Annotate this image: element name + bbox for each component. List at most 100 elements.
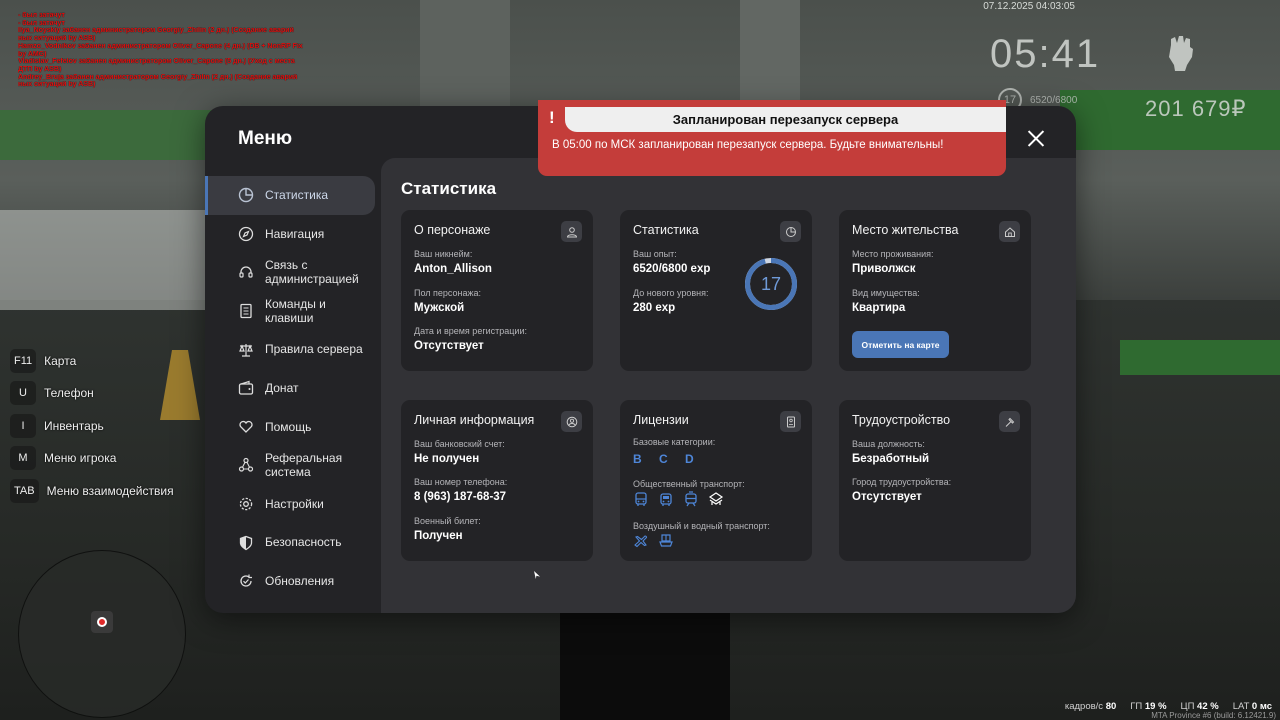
sidebar-item-label: Помощь (265, 419, 312, 434)
chat-line: - был затачут (18, 19, 65, 27)
phone-value: 8 (963) 187-68-37 (414, 491, 507, 503)
chat-line: Andrey_Bruja забанен администратором Geo… (18, 73, 298, 81)
sidebar-item-label: Правила сервера (265, 342, 363, 357)
sidebar-item-label: Безопасность (265, 535, 342, 550)
level-number: 17 (760, 273, 782, 294)
close-button[interactable] (1021, 124, 1051, 154)
card-job: Трудоустройство Ваша должность: Безработн… (839, 400, 1031, 561)
license-categories: B C D (633, 452, 701, 466)
bus-icon (635, 492, 647, 506)
property-value: Квартира (852, 302, 906, 314)
chat-line: - был затачут (18, 12, 65, 19)
field-label: Ваш номер телефона: (414, 477, 508, 487)
fist-icon (1169, 36, 1193, 71)
key-cap: M (10, 446, 36, 470)
notification-body: В 05:00 по МСК запланирован перезапуск с… (552, 139, 944, 151)
key-cap: F11 (10, 348, 37, 373)
gpu-label: ГП (1130, 701, 1143, 712)
air-water-transport-icons (633, 533, 674, 549)
compass-icon (238, 226, 254, 242)
sidebar-item-donate[interactable]: Донат (205, 369, 381, 408)
scales-icon (239, 343, 253, 357)
sidebar-item-updates[interactable]: Обновления (205, 562, 381, 601)
pie-chart-icon (780, 221, 801, 242)
build-info: MTA Province #6 (build: 6.12421.9) (1151, 711, 1276, 720)
sidebar-item-label: Связь с администрацией (265, 257, 359, 287)
bank-value: Не получен (414, 453, 480, 465)
page-title: Статистика (401, 179, 497, 198)
hud-money: 201 679₽ (1145, 96, 1247, 121)
key-cap: U (10, 381, 36, 405)
next-level-value: 280 exp (633, 302, 676, 314)
card-title: Лицензии (633, 413, 689, 427)
document-icon (240, 303, 252, 319)
player-menu: Меню Статистика Навигация Связь с админис… (205, 106, 1076, 613)
airplane-icon (634, 535, 648, 548)
network-icon (238, 458, 254, 473)
field-label: Вид имущества: (852, 288, 920, 298)
keybind-row[interactable]: U Телефон (10, 381, 174, 406)
pie-chart-icon (238, 188, 254, 203)
shield-icon (239, 535, 253, 550)
hammer-icon (999, 411, 1020, 432)
fps-label: кадров/с (1064, 701, 1104, 712)
user-icon (561, 221, 582, 242)
field-label: Ваш опыт: (633, 249, 677, 259)
gear-icon (239, 497, 253, 511)
keybind-row[interactable]: I Инвентарь (10, 413, 174, 438)
field-label: Ваш банковский счет: (414, 439, 505, 449)
registration-value: Отсутствует (414, 340, 484, 352)
field-label: До нового уровня: (633, 288, 709, 298)
warning-icon: ! (549, 108, 555, 127)
mark-on-map-button[interactable]: Отметить на карте (852, 331, 949, 358)
chat-line: Vladislav_Fefelov забанен администраторо… (18, 58, 295, 66)
card-stats: Статистика Ваш опыт: 6520/6800 exp До нов… (620, 210, 812, 371)
keybind-row[interactable]: TAB Меню взаимодействия (10, 478, 174, 503)
sidebar-item-label: Статистика (265, 188, 329, 203)
field-label: Город трудоустройства: (852, 477, 952, 487)
sidebar-item-navigation[interactable]: Навигация (205, 215, 381, 254)
card-title: Место жительства (852, 223, 959, 237)
gender-value: Мужской (414, 302, 465, 314)
keybind-row[interactable]: M Меню игрока (10, 446, 174, 471)
notification-title: Запланирован перезапуск сервера (565, 107, 1006, 132)
public-transport-icons (633, 491, 724, 507)
house-icon (999, 221, 1020, 242)
sidebar-item-rules[interactable]: Правила сервера (205, 330, 381, 369)
sidebar-item-label: Обновления (265, 573, 335, 588)
sidebar-item-security[interactable]: Безопасность (205, 523, 381, 562)
refresh-icon (240, 574, 252, 587)
card-title: Трудоустройство (852, 413, 951, 427)
sidebar-item-help[interactable]: Помощь (205, 408, 381, 447)
user-circle-icon (561, 411, 582, 432)
card-residence: Место жительства Место проживания: Привол… (839, 210, 1031, 371)
sidebar-item-label: Реферальная система (265, 450, 343, 480)
field-label: Воздушный и водный транспорт: (633, 521, 770, 531)
keybind-label: Инвентарь (44, 418, 104, 433)
heart-hand-icon (239, 420, 253, 433)
field-label: Пол персонажа: (414, 288, 482, 298)
sidebar-item-referral[interactable]: Реферальная система (205, 446, 381, 485)
sidebar-item-settings[interactable]: Настройки (205, 485, 381, 524)
job-city-value: Отсутствует (852, 491, 922, 503)
sidebar-item-label: Команды и клавиши (265, 296, 326, 326)
sidebar-item-stats[interactable]: Статистика (205, 176, 375, 215)
field-label: Общественный транспорт: (633, 479, 745, 489)
keybind-label: Телефон (44, 386, 94, 400)
position-value: Безработный (852, 453, 930, 465)
boat-icon (659, 534, 673, 547)
exp-value: 6520/6800 exp (633, 263, 711, 275)
keybind-row[interactable]: F11 Карта (10, 348, 174, 373)
nickname-value: Anton_Allison (414, 263, 492, 275)
content-panel: Статистика О персонаже Ваш никнейм: Anton… (381, 158, 1076, 613)
sidebar-item-admin-contact[interactable]: Связь с администрацией (205, 253, 381, 292)
military-value: Получен (414, 530, 463, 542)
card-character: О персонаже Ваш никнейм: Anton_Allison По… (401, 210, 593, 371)
minimap[interactable] (18, 550, 186, 718)
chat-line: Hamzo_Vodnikov забанен администратором O… (18, 42, 303, 50)
keybind-label: Меню игрока (44, 451, 117, 465)
chat-line: ДТП by ASB) (18, 65, 62, 73)
key-cap: I (10, 413, 36, 438)
field-label: Ваш никнейм: (414, 249, 473, 259)
sidebar-item-commands[interactable]: Команды и клавиши (205, 292, 381, 331)
